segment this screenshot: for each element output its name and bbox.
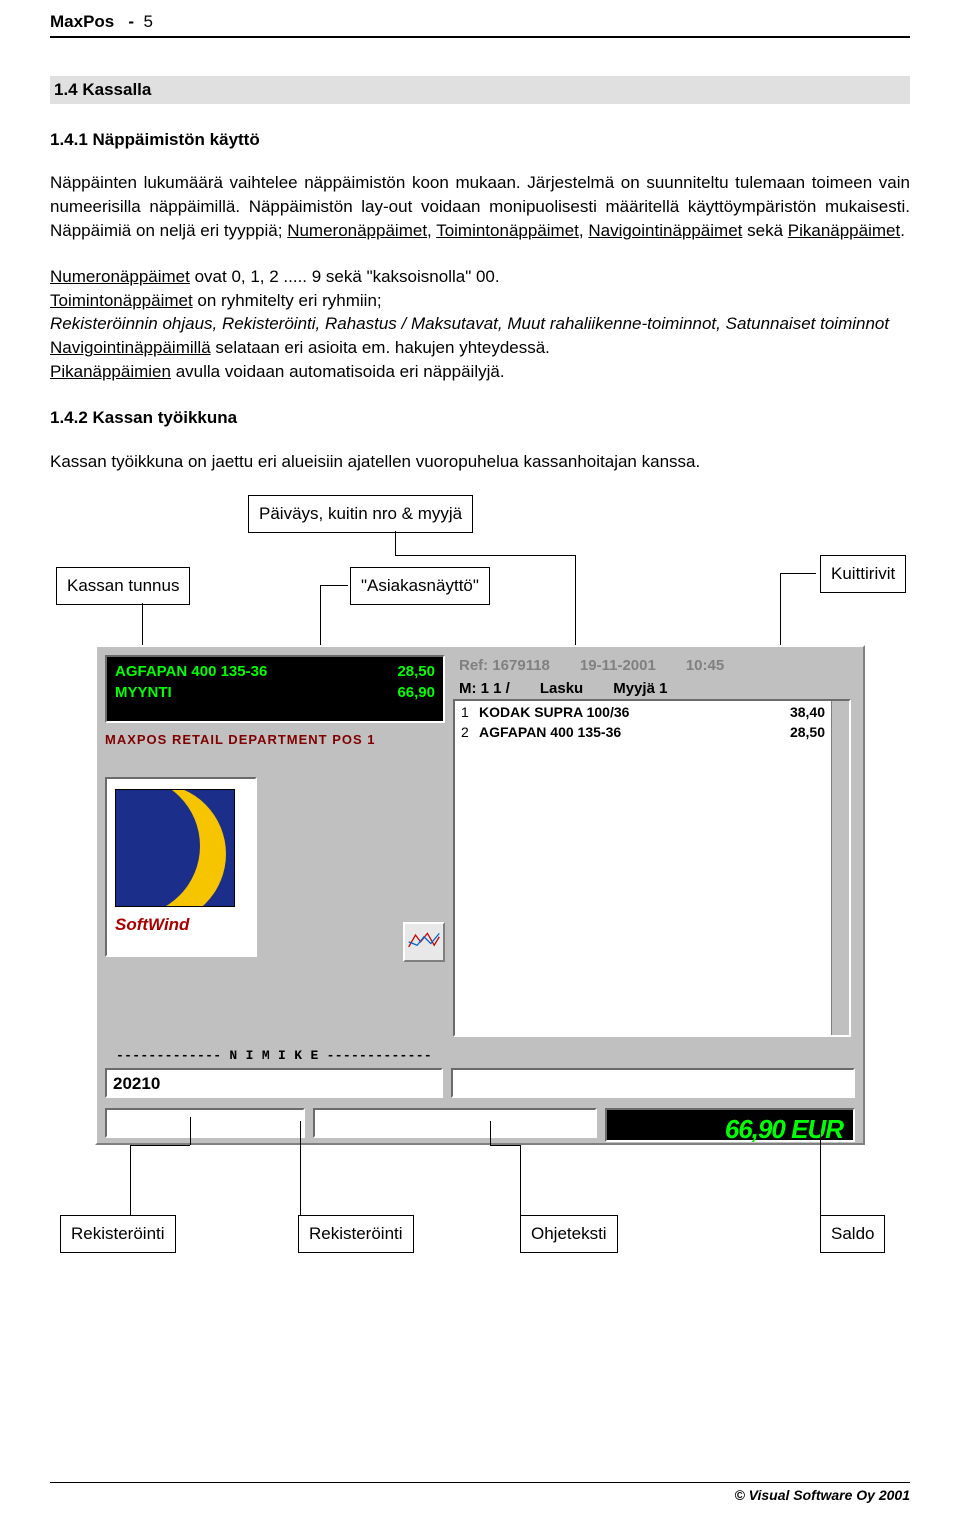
- receipt-scrollbar[interactable]: [831, 701, 849, 1035]
- nimike-input[interactable]: 20210: [105, 1068, 443, 1098]
- customer-display: AGFAPAN 400 135-3628,50 MYYNTI66,90: [105, 655, 445, 723]
- paragraph-2: Numeronäppäimet ovat 0, 1, 2 ..... 9 sek…: [50, 265, 910, 384]
- heading-subsection-2: 1.4.2 Kassan työikkuna: [50, 406, 910, 430]
- header-page-number: 5: [144, 12, 153, 31]
- pos-window: AGFAPAN 400 135-3628,50 MYYNTI66,90 Ref:…: [95, 645, 865, 1145]
- receipt-row: 2 AGFAPAN 400 135-36 28,50 B: [455, 723, 849, 743]
- annot-top-date: Päiväys, kuitin nro & myyjä: [248, 495, 473, 533]
- annot-b3: Ohjeteksti: [520, 1215, 618, 1253]
- annot-top-asiakas: "Asiakasnäyttö": [350, 567, 490, 605]
- chart-icon[interactable]: [403, 922, 445, 962]
- logo-text: SoftWind: [115, 913, 247, 937]
- header-dash: -: [128, 12, 134, 31]
- heading-subsection-1: 1.4.1 Näppäimistön käyttö: [50, 128, 910, 152]
- softwind-logo-icon: [115, 789, 235, 907]
- header-title: MaxPos: [50, 12, 114, 31]
- paragraph-3: Kassan työikkuna on jaettu eri alueisiin…: [50, 450, 910, 474]
- page-header: MaxPos - 5: [50, 10, 910, 38]
- receipt-row: 1 KODAK SUPRA 100/36 38,40 B: [455, 703, 849, 723]
- total-display: 66,90 EUR: [605, 1108, 855, 1142]
- top-annotation-area: Päiväys, kuitin nro & myyjä Kassan tunnu…: [50, 495, 910, 645]
- page-footer: © Visual Software Oy 2001: [50, 1482, 910, 1506]
- nimike-label: ------------- N I M I K E -------------: [105, 1047, 443, 1065]
- message-field[interactable]: [313, 1108, 597, 1138]
- heading-section: 1.4 Kassalla: [50, 76, 910, 104]
- aux-input-2[interactable]: [105, 1108, 305, 1138]
- bottom-annotation-area: Rekisteröinti Rekisteröinti Ohjeteksti S…: [50, 1145, 910, 1265]
- receipt-list: 1 KODAK SUPRA 100/36 38,40 B 2 AGFAPAN 4…: [453, 699, 851, 1037]
- annot-b2: Rekisteröinti: [298, 1215, 414, 1253]
- aux-input-1[interactable]: [451, 1068, 855, 1098]
- annot-top-kassan: Kassan tunnus: [56, 567, 190, 605]
- annot-b1: Rekisteröinti: [60, 1215, 176, 1253]
- logo-area: SoftWind: [105, 777, 445, 957]
- paragraph-1: Näppäinten lukumäärä vaihtelee näppäimis…: [50, 171, 910, 242]
- annot-b4: Saldo: [820, 1215, 885, 1253]
- annot-top-kuittirivit: Kuittirivit: [820, 555, 906, 593]
